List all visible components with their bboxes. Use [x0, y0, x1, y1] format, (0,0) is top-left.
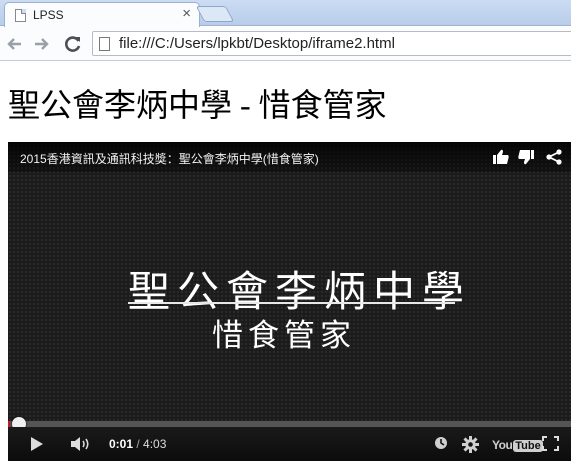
- browser-tab[interactable]: LPSS ×: [4, 2, 200, 27]
- tab-title: LPSS: [33, 8, 64, 22]
- player-controls: 0:01 / 4:03 You Tube: [8, 427, 571, 461]
- settings-gear-icon[interactable]: [462, 436, 479, 453]
- video-title-link[interactable]: 2015香港資訊及通訊科技獎：聖公會李炳中學(惜食管家): [20, 150, 319, 167]
- like-icon[interactable]: [492, 149, 510, 165]
- new-tab-button[interactable]: [195, 6, 235, 22]
- volume-icon[interactable]: [70, 436, 92, 452]
- video-frame-subtitle: 惜食管家: [212, 318, 356, 354]
- back-button[interactable]: [4, 33, 26, 55]
- reload-button[interactable]: [62, 33, 84, 55]
- url-text[interactable]: file:///C:/Users/lpkbt/Desktop/iframe2.h…: [119, 35, 395, 52]
- reload-icon: [65, 36, 81, 52]
- current-time: 0:01: [109, 437, 134, 451]
- browser-toolbar: file:///C:/Users/lpkbt/Desktop/iframe2.h…: [0, 27, 571, 61]
- forward-arrow-icon: [35, 38, 49, 50]
- youtube-logo-tube: Tube: [513, 440, 543, 452]
- back-arrow-icon: [7, 38, 21, 50]
- play-icon[interactable]: [30, 436, 44, 452]
- video-frame-divider: [128, 302, 455, 304]
- tab-close-icon[interactable]: ×: [182, 6, 191, 22]
- fullscreen-icon[interactable]: [542, 436, 559, 451]
- duration: 4:03: [143, 437, 167, 451]
- page-title: 聖公會李炳中學 - 惜食管家: [8, 87, 387, 123]
- address-bar[interactable]: file:///C:/Users/lpkbt/Desktop/iframe2.h…: [92, 31, 571, 56]
- page-favicon-icon: [15, 9, 26, 22]
- player-title-bar: 2015香港資訊及通訊科技獎：聖公會李炳中學(惜食管家): [8, 142, 571, 172]
- tab-strip: LPSS ×: [0, 0, 571, 27]
- time-display: 0:01 / 4:03: [109, 437, 166, 451]
- youtube-logo[interactable]: You Tube: [492, 436, 543, 453]
- youtube-logo-you: You: [492, 438, 513, 452]
- watch-later-icon[interactable]: [434, 436, 448, 450]
- dislike-icon[interactable]: [517, 149, 535, 165]
- video-player[interactable]: 2015香港資訊及通訊科技獎：聖公會李炳中學(惜食管家) 聖公會李炳中學 惜食管…: [8, 142, 571, 461]
- page-icon: [99, 37, 110, 51]
- forward-button[interactable]: [30, 33, 52, 55]
- time-separator: /: [133, 437, 144, 451]
- share-icon[interactable]: [545, 149, 563, 165]
